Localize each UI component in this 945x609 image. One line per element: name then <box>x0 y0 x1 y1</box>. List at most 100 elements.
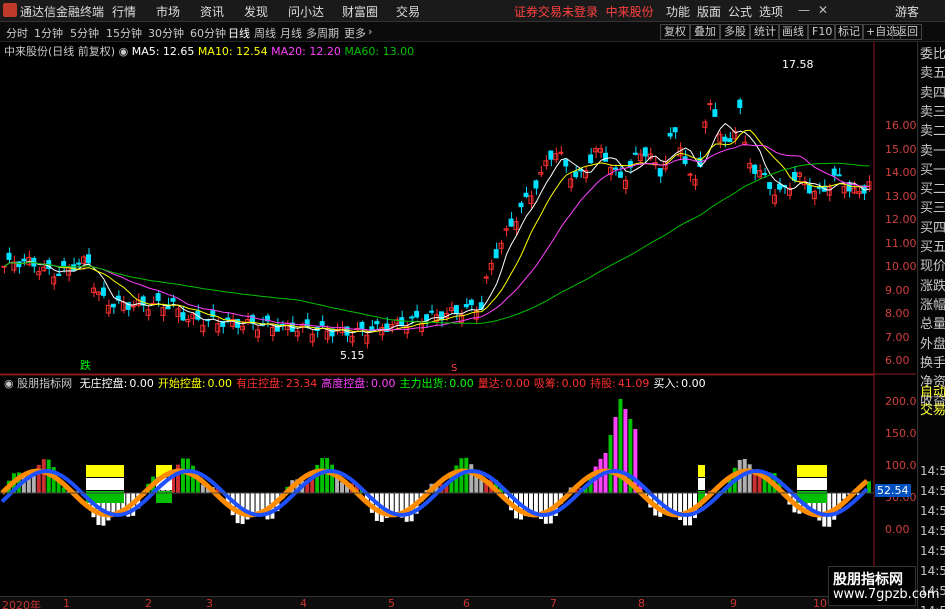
window-close-icon[interactable]: ✕ <box>818 3 828 17</box>
candle-body <box>319 321 325 326</box>
period-tab[interactable]: 15分钟 <box>106 25 142 41</box>
mark-button[interactable]: 标记 <box>834 24 864 40</box>
adjust-button[interactable]: 复权 <box>660 24 690 40</box>
window-minimize-icon[interactable]: — <box>798 3 810 17</box>
sidebar-item[interactable]: 买一 <box>920 161 945 181</box>
candle-body <box>722 136 728 142</box>
indicator-field-label: 高度控盘: <box>321 377 369 390</box>
menu-layout[interactable]: 版面 <box>697 3 721 20</box>
sidebar-item[interactable]: 自动 <box>920 383 945 403</box>
period-tab[interactable]: 5分钟 <box>70 25 99 41</box>
period-tab[interactable]: 分时 <box>6 25 28 41</box>
chart-area[interactable]: 17.58 5.15 跌 S <box>0 42 916 596</box>
candle-body <box>56 273 62 277</box>
sidebar-item[interactable]: 卖五 <box>920 64 945 84</box>
period-tab-daily[interactable]: 日线 <box>228 25 250 41</box>
sidebar-item[interactable]: 卖三 <box>920 103 945 123</box>
candle-body <box>429 310 435 313</box>
menu-formula[interactable]: 公式 <box>728 3 752 20</box>
sidebar-item[interactable]: 卖四 <box>920 84 945 104</box>
sidebar-item[interactable]: 交易 <box>920 401 945 421</box>
sidebar-item[interactable]: 卖一 <box>920 142 945 162</box>
indicator-bar <box>533 493 538 514</box>
sidebar-item[interactable]: 涨跌 <box>920 277 945 297</box>
candle-body <box>130 305 136 308</box>
price-tick: 11.00 <box>885 236 917 250</box>
sidebar-item[interactable]: 买四 <box>920 219 945 239</box>
draw-button[interactable]: 画线 <box>778 24 808 40</box>
sidebar-item[interactable]: 买五 <box>920 238 945 258</box>
indicator-bar <box>394 493 399 514</box>
sidebar-item[interactable]: 外盘 <box>920 335 945 355</box>
indicator-bar <box>613 417 618 493</box>
sidebar-item[interactable]: 现价 <box>920 257 945 277</box>
date-label: 7 <box>550 597 557 609</box>
candle-body <box>225 317 231 320</box>
sidebar-item[interactable]: 总量 <box>920 315 945 335</box>
app-logo-icon <box>3 3 17 17</box>
ma20-line <box>4 144 870 331</box>
indicator-field-value: 0.00 <box>129 377 154 390</box>
period-tab[interactable]: 月线 <box>280 25 302 41</box>
price-tick: 10.00 <box>885 260 917 273</box>
price-tick: 9.00 <box>885 283 910 297</box>
ma60-label: MA60: 13.00 <box>344 45 415 58</box>
app-title: 通达信金融终端 <box>20 5 105 19</box>
chart-title: 中来股份(日线 前复权) <box>4 45 116 58</box>
candle-body <box>359 321 365 330</box>
security-notice[interactable]: 证券交易未登录 中来股份 <box>514 3 654 20</box>
candle-body <box>81 256 87 264</box>
more-periods[interactable]: 更多 <box>344 25 366 41</box>
multi-stock-button[interactable]: 多股 <box>720 24 750 40</box>
control-block-yellow <box>698 465 705 477</box>
settings-icon[interactable]: ◉ <box>4 377 14 390</box>
indicator-field-value: 0.00 <box>681 377 706 390</box>
candle-body <box>170 298 176 302</box>
sidebar-item[interactable]: 委比 <box>920 45 945 65</box>
candle-body <box>777 183 783 190</box>
sidebar-item[interactable]: 换手 <box>920 354 945 374</box>
period-tab[interactable]: 60分钟 <box>190 25 226 41</box>
candle-body <box>180 312 186 321</box>
candle-body <box>737 99 743 108</box>
candle-body <box>667 132 673 137</box>
ma20-label: MA20: 12.20 <box>271 45 341 58</box>
menu-options[interactable]: 选项 <box>759 3 783 20</box>
date-label: 1 <box>63 597 70 609</box>
stats-button[interactable]: 统计 <box>750 24 780 40</box>
sidebar-item[interactable]: 买二 <box>920 180 945 200</box>
indicator-field-value: 0.00 <box>370 377 396 390</box>
menu-function[interactable]: 功能 <box>666 3 690 20</box>
chevron-right-icon[interactable]: › <box>368 25 372 38</box>
menu-ask[interactable]: 问小达 <box>288 3 324 20</box>
menu-news[interactable]: 资讯 <box>200 3 224 20</box>
candle-body <box>767 182 773 189</box>
ma10-line <box>4 129 870 333</box>
overlay-button[interactable]: 叠加 <box>690 24 720 40</box>
candle-body <box>399 317 405 327</box>
back-button[interactable]: 返回 <box>892 24 922 40</box>
period-tab[interactable]: 多周期 <box>306 25 339 41</box>
menu-discover[interactable]: 发现 <box>244 3 268 20</box>
sidebar-item[interactable]: 涨幅 <box>920 296 945 316</box>
indicator-field-value: 0.00 <box>207 377 233 390</box>
period-tab[interactable]: 周线 <box>254 25 276 41</box>
candle-body <box>76 262 82 265</box>
menu-quotes[interactable]: 行情 <box>112 3 136 20</box>
guest-button[interactable]: 游客 <box>895 3 919 20</box>
menu-market[interactable]: 市场 <box>156 3 180 20</box>
menu-wealth[interactable]: 财富圈 <box>342 3 378 20</box>
settings-icon[interactable]: ◉ <box>119 45 129 58</box>
candle-body <box>836 174 842 177</box>
price-tick: 14.00 <box>885 166 917 179</box>
period-tab[interactable]: 30分钟 <box>148 25 184 41</box>
indicator-bar <box>757 475 762 493</box>
stock-name: 中来股份 <box>605 5 654 19</box>
period-tab[interactable]: 1分钟 <box>34 25 63 41</box>
price-tick: 8.00 <box>885 307 910 320</box>
sidebar-item[interactable]: 卖二 <box>920 122 945 142</box>
low-price-label: 5.15 <box>340 349 365 362</box>
menu-trade[interactable]: 交易 <box>396 3 420 20</box>
sidebar-item[interactable]: 买三 <box>920 199 945 219</box>
f10-button[interactable]: F10 <box>808 24 837 40</box>
